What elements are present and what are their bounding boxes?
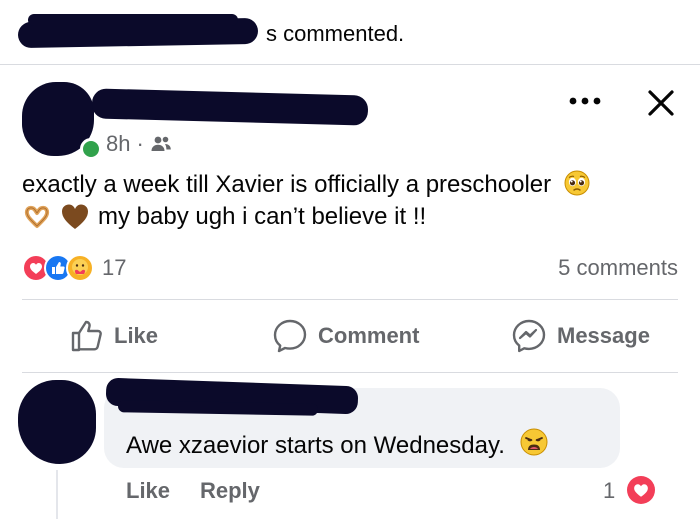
divider — [22, 299, 678, 300]
care-reaction-icon — [66, 254, 94, 282]
more-dots-icon — [569, 97, 601, 105]
pleading-face-icon — [564, 170, 590, 196]
online-status-dot — [80, 138, 102, 160]
friends-icon — [150, 135, 172, 153]
meta-separator: · — [136, 131, 144, 156]
comment-reply-button[interactable]: Reply — [200, 478, 260, 504]
weary-face-icon — [519, 427, 549, 464]
reactions-summary[interactable]: 17 — [22, 254, 126, 282]
commenter-avatar[interactable] — [18, 380, 96, 464]
close-icon — [648, 90, 674, 116]
comment-like-button[interactable]: Like — [126, 478, 170, 504]
post-text-line: my baby ugh i can’t believe it !! — [22, 202, 426, 232]
comment-text: Awe xzaevior starts on Wednesday. — [126, 431, 505, 459]
comments-count-link[interactable]: 5 comments — [558, 255, 678, 281]
thumbs-up-icon — [71, 320, 102, 352]
post-text: exactly a week till Xavier is officially… — [22, 171, 552, 198]
activity-text: s commented. — [266, 21, 405, 46]
comment-reaction-count: 1 — [603, 478, 616, 503]
post-text: my baby ugh i can’t believe it !! — [98, 203, 427, 230]
comment-button[interactable]: Comment — [272, 318, 419, 354]
redacted-name-scribble — [28, 14, 238, 26]
message-label: Message — [557, 323, 650, 348]
post-author-avatar[interactable] — [22, 82, 102, 160]
activity-header: s commented. — [17, 14, 658, 52]
post-meta: 8h · — [106, 131, 172, 157]
like-button[interactable]: Like — [70, 318, 158, 354]
brown-heart-icon — [60, 202, 90, 232]
comment-text-row: Awe xzaevior starts on Wednesday. — [126, 427, 549, 464]
heart-hands-icon — [22, 202, 52, 232]
close-button[interactable] — [644, 86, 678, 120]
love-reaction-icon[interactable] — [627, 476, 655, 504]
post-timestamp[interactable]: 8h — [106, 131, 130, 157]
thread-line — [56, 470, 58, 519]
messenger-icon — [512, 319, 546, 353]
message-button[interactable]: Message — [511, 318, 650, 354]
more-options-button[interactable] — [567, 86, 603, 116]
divider — [0, 64, 700, 65]
comment-label: Comment — [318, 323, 420, 348]
post-text-line: exactly a week till Xavier is officially… — [22, 170, 590, 199]
like-label: Like — [114, 323, 159, 348]
reaction-count: 17 — [102, 255, 127, 280]
redacted-author-name-scribble — [91, 88, 369, 126]
divider — [22, 372, 678, 373]
comment-bubble-icon — [273, 319, 307, 353]
